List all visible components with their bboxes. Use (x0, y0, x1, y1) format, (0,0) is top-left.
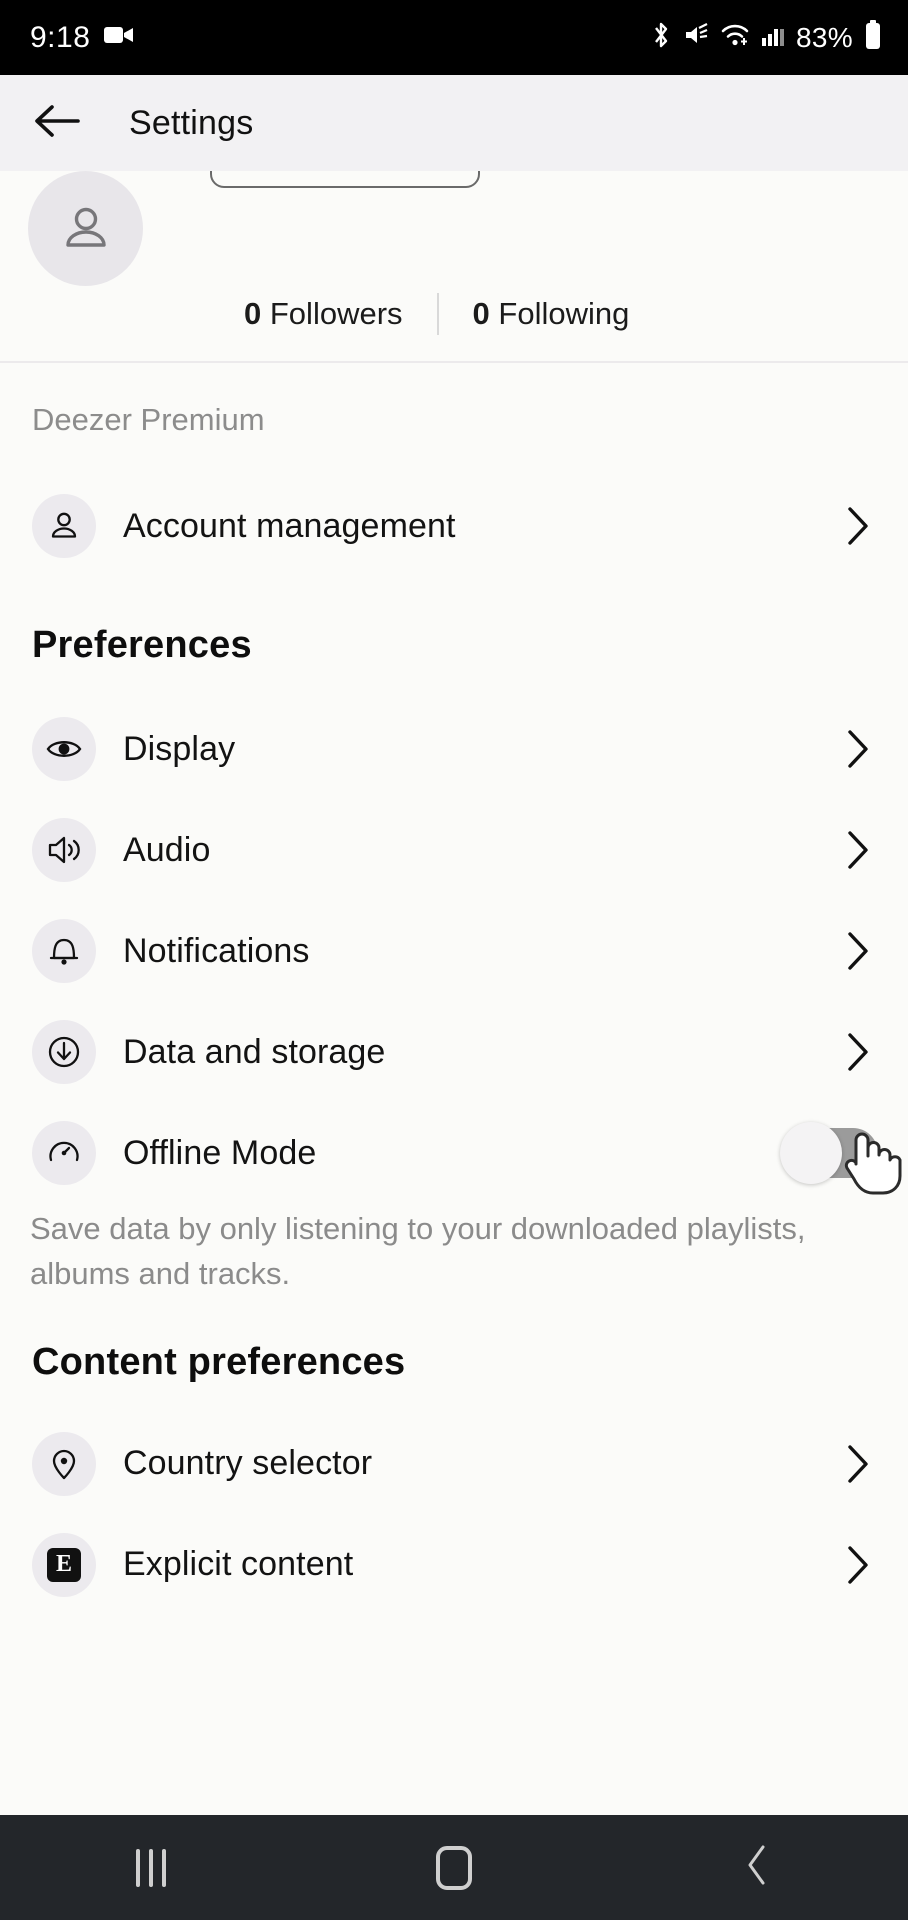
followers-stat[interactable]: 0 Followers (210, 296, 437, 332)
chevron-right-icon (838, 1444, 878, 1484)
person-icon (65, 207, 106, 247)
status-time: 9:18 (30, 20, 91, 54)
mute-icon (683, 22, 709, 53)
chevron-right-icon (838, 830, 878, 870)
row-offline-mode[interactable]: Offline Mode (0, 1103, 908, 1203)
row-label: Offline Mode (123, 1133, 317, 1172)
followers-count: 0 (244, 296, 262, 331)
row-display[interactable]: Display (0, 699, 908, 799)
row-label: Country selector (123, 1444, 373, 1483)
profile-section: 0 Followers 0 Following (0, 171, 908, 361)
row-label: Data and storage (123, 1032, 386, 1071)
row-explicit-content[interactable]: E Explicit content (0, 1515, 908, 1615)
app-bar: Settings (0, 75, 908, 171)
status-bar-left: 9:18 (30, 21, 134, 55)
row-data-and-storage[interactable]: Data and storage (0, 1002, 908, 1102)
row-country-selector[interactable]: Country selector (0, 1414, 908, 1514)
followers-label: Followers (269, 296, 403, 331)
bluetooth-icon (650, 20, 672, 55)
row-label: Display (123, 729, 236, 768)
person-icon (32, 494, 96, 558)
following-stat[interactable]: 0 Following (439, 296, 664, 332)
wifi-icon (720, 23, 750, 52)
row-notifications[interactable]: Notifications (0, 901, 908, 1001)
recent-apps-button[interactable] (106, 1833, 196, 1903)
android-nav-bar (0, 1815, 908, 1920)
row-label: Audio (123, 830, 211, 869)
chevron-right-icon (838, 729, 878, 769)
profile-name-field[interactable] (210, 171, 480, 188)
home-button[interactable] (409, 1833, 499, 1903)
toggle-thumb (780, 1122, 842, 1184)
page-title: Settings (129, 103, 254, 142)
battery-percent-label: 83% (796, 21, 853, 53)
bell-icon (32, 919, 96, 983)
settings-scroll-area[interactable]: 0 Followers 0 Following Deezer Premium A… (0, 171, 908, 1815)
explicit-badge-icon: E (32, 1532, 96, 1597)
video-camera-icon (104, 24, 134, 51)
status-bar-right: 83% (650, 20, 882, 55)
cellular-signal-icon (761, 23, 785, 52)
map-pin-icon (32, 1431, 96, 1496)
following-label: Following (498, 296, 630, 331)
chevron-right-icon (838, 931, 878, 971)
avatar[interactable] (28, 171, 143, 286)
row-label: Explicit content (123, 1545, 354, 1584)
status-bar: 9:18 83% (0, 0, 908, 75)
following-count: 0 (472, 296, 490, 331)
row-account-management[interactable]: Account management (0, 476, 908, 576)
row-audio[interactable]: Audio (0, 800, 908, 900)
explicit-letter: E (47, 1547, 81, 1582)
chevron-left-icon (744, 1843, 770, 1892)
section-heading-preferences: Preferences (32, 624, 252, 666)
recent-apps-icon (136, 1848, 167, 1887)
download-circle-icon (32, 1020, 96, 1084)
offline-gauge-icon (32, 1121, 96, 1185)
eye-icon (32, 717, 96, 781)
section-heading-content-preferences: Content preferences (32, 1340, 406, 1383)
chevron-right-icon (838, 1545, 878, 1585)
row-label: Notifications (123, 931, 310, 970)
section-label-deezer-premium: Deezer Premium (32, 402, 265, 437)
follow-stats: 0 Followers 0 Following (210, 293, 663, 335)
battery-icon (864, 20, 882, 55)
back-nav-button[interactable] (712, 1833, 802, 1903)
row-label: Account management (123, 506, 456, 545)
speaker-icon (32, 818, 96, 882)
chevron-right-icon (838, 1032, 878, 1072)
offline-mode-toggle[interactable] (780, 1122, 878, 1184)
chevron-right-icon (838, 506, 878, 546)
arrow-left-icon (34, 103, 80, 144)
back-button[interactable] (30, 96, 84, 150)
offline-mode-description: Save data by only listening to your down… (30, 1211, 806, 1291)
home-icon (435, 1845, 472, 1890)
